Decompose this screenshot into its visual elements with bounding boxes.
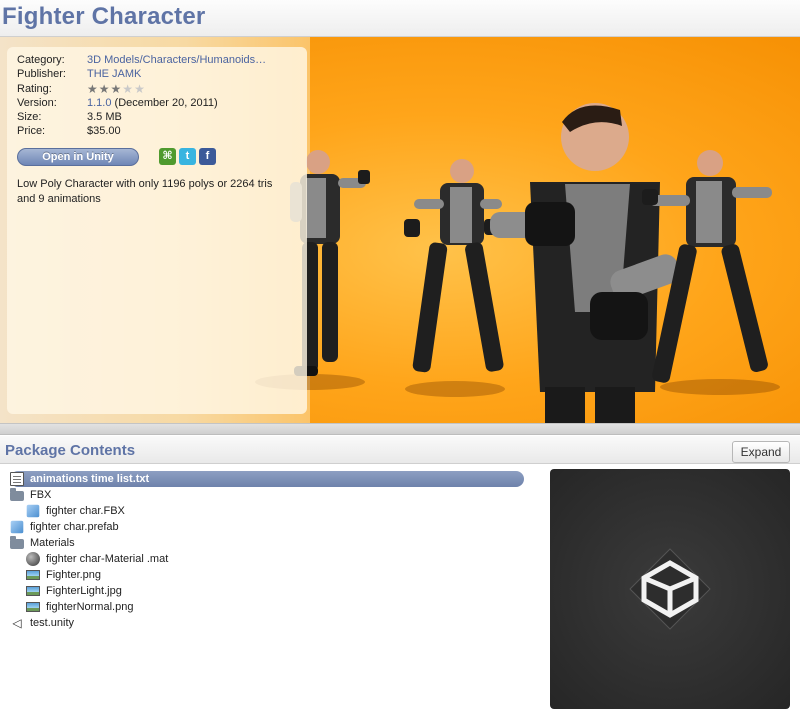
- star-icon: ★: [110, 81, 123, 96]
- version-value: 1.1.0 (December 20, 2011): [87, 96, 218, 110]
- tree-item-label: animations time list.txt: [30, 473, 150, 485]
- size-row: Size: 3.5 MB: [17, 110, 297, 124]
- tree-item-label: fighterNormal.png: [46, 601, 134, 613]
- rating-stars: ★★★★★: [87, 82, 146, 96]
- star-icon: ★: [98, 81, 111, 96]
- price-label: Price:: [17, 125, 46, 138]
- rating-row: Rating: ★★★★★: [17, 82, 297, 96]
- size-label: Size:: [17, 111, 42, 124]
- package-contents-title: Package Contents: [5, 442, 136, 459]
- twitter-icon[interactable]: t: [179, 148, 196, 166]
- publisher-row: Publisher: THE JAMK: [17, 67, 297, 81]
- tree-item-fbx-folder[interactable]: FBX: [10, 487, 530, 503]
- facebook-icon[interactable]: f: [199, 148, 216, 166]
- text-file-icon: [10, 472, 24, 486]
- rating-label: Rating:: [17, 82, 52, 95]
- package-file-tree: animations time list.txt FBX fighter cha…: [10, 471, 530, 631]
- price-row: Price: $35.00: [17, 124, 297, 138]
- material-sphere-icon: [26, 552, 40, 566]
- publisher-label: Publisher:: [17, 68, 66, 81]
- hero-bottom-divider: [0, 423, 800, 435]
- image-icon: [26, 570, 40, 580]
- tree-item-label: fighter char-Material .mat: [46, 553, 169, 565]
- category-row: Category: 3D Models/Characters/Humanoids…: [17, 53, 297, 67]
- myspace-icon[interactable]: ⌘: [159, 148, 176, 166]
- image-icon: [26, 586, 40, 596]
- title-bar: Fighter Character: [0, 0, 800, 37]
- unity-scene-icon: ◁: [12, 616, 22, 630]
- unity-logo-icon: [629, 548, 711, 630]
- folder-icon: [10, 488, 24, 501]
- tree-item-fighter-png[interactable]: Fighter.png: [10, 567, 530, 583]
- star-empty-icon: ★: [122, 81, 135, 96]
- asset-store-page: Fighter Character Category: 3D Models/Ch…: [0, 0, 800, 709]
- page-title: Fighter Character: [2, 3, 206, 30]
- expand-button[interactable]: Expand: [732, 441, 790, 463]
- publisher-link[interactable]: THE JAMK: [87, 67, 141, 81]
- asset-info-panel: Category: 3D Models/Characters/Humanoids…: [7, 47, 307, 414]
- folder-icon: [10, 536, 24, 549]
- tree-item-fighternormal-png[interactable]: fighterNormal.png: [10, 599, 530, 615]
- tree-item-fighter-fbx[interactable]: fighter char.FBX: [10, 503, 530, 519]
- version-row: Version: 1.1.0 (December 20, 2011): [17, 96, 297, 110]
- prefab-cube-icon: [10, 520, 24, 534]
- image-icon: [26, 602, 40, 612]
- model-cube-icon: [26, 504, 40, 518]
- asset-preview-pane: [550, 469, 790, 709]
- tree-item-label: fighter char.prefab: [30, 521, 119, 533]
- action-row: Open in Unity ⌘ t f: [17, 147, 297, 167]
- tree-item-fighter-prefab[interactable]: fighter char.prefab: [10, 519, 530, 535]
- version-label: Version:: [17, 96, 57, 109]
- category-link[interactable]: 3D Models/Characters/Humanoids…: [87, 53, 266, 67]
- package-contents-header: Package Contents: [0, 436, 800, 464]
- tree-item-materials-folder[interactable]: Materials: [10, 535, 530, 551]
- category-label: Category:: [17, 54, 65, 66]
- open-in-unity-button[interactable]: Open in Unity: [17, 147, 139, 166]
- size-value: 3.5 MB: [87, 111, 122, 124]
- tree-item-label: fighter char.FBX: [46, 505, 125, 517]
- tree-item-material[interactable]: fighter char-Material .mat: [10, 551, 530, 567]
- tree-item-fighterlight-jpg[interactable]: FighterLight.jpg: [10, 583, 530, 599]
- tree-item-label: FBX: [30, 489, 52, 501]
- star-empty-icon: ★: [134, 81, 146, 96]
- tree-item-animations-list[interactable]: animations time list.txt: [10, 471, 524, 487]
- asset-description: Low Poly Character with only 1196 polys …: [17, 177, 273, 205]
- tree-item-label: test.unity: [30, 617, 75, 629]
- tree-item-test-unity[interactable]: ◁ test.unity: [10, 615, 530, 631]
- share-icons: ⌘ t f: [159, 148, 216, 166]
- version-number-link[interactable]: 1.1.0: [87, 97, 111, 109]
- price-value: $35.00: [87, 125, 121, 138]
- star-icon: ★: [87, 81, 99, 96]
- version-date: (December 20, 2011): [114, 96, 218, 109]
- fighter-figure-right: [640, 137, 800, 397]
- tree-item-label: Fighter.png: [46, 569, 102, 581]
- tree-item-label: Materials: [30, 537, 75, 549]
- tree-item-label: FighterLight.jpg: [46, 585, 122, 597]
